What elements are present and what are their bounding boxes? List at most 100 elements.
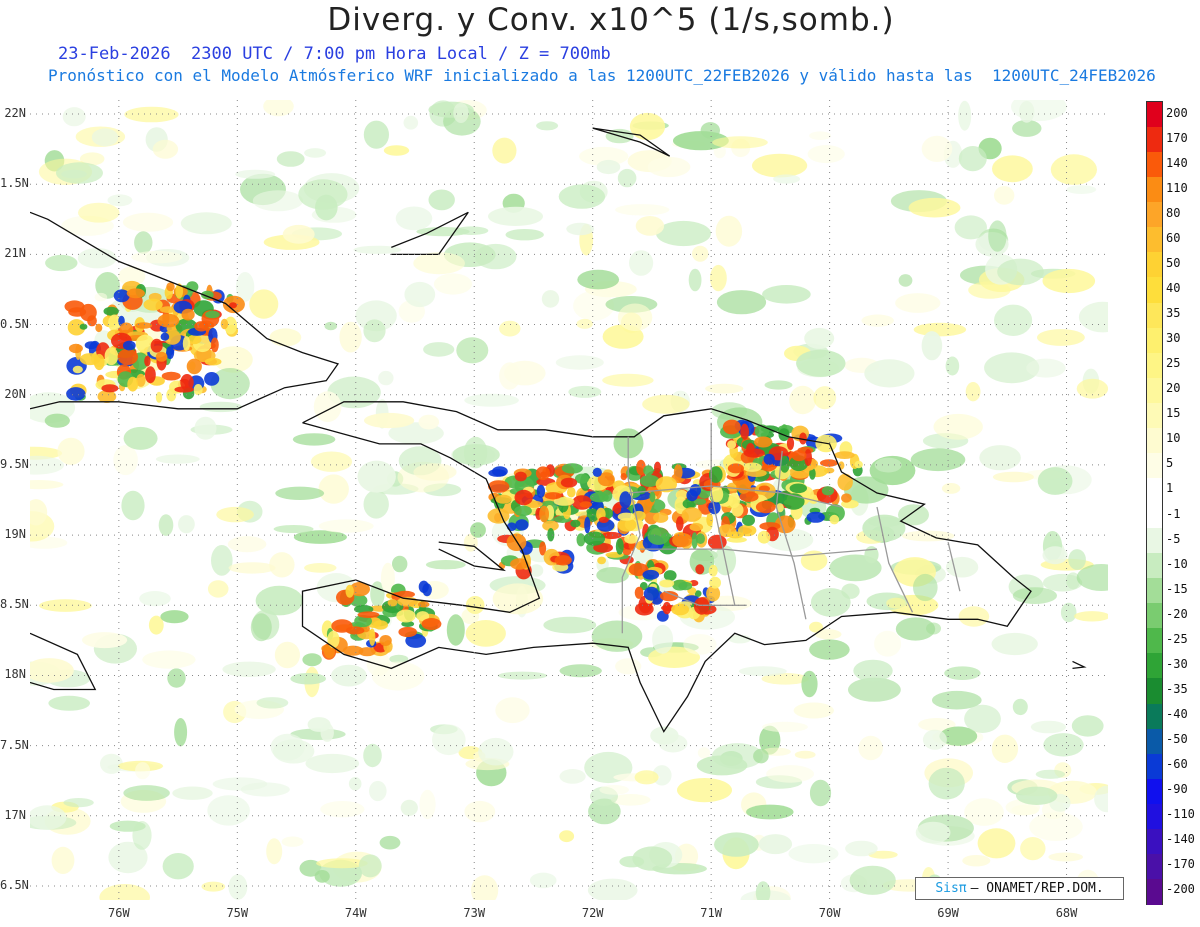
colorbar-label: 40: [1166, 280, 1181, 295]
field-patch: [419, 789, 436, 820]
field-patch: [470, 522, 486, 538]
colorbar-segment: [1147, 578, 1162, 604]
field-patch: [403, 115, 419, 130]
colorbar-segment: [1147, 477, 1162, 504]
colorbar-label: -60: [1166, 757, 1188, 772]
lat-tick-label: 0.5N: [0, 316, 29, 331]
colorbar-label: -35: [1166, 681, 1188, 696]
field-patch: [1050, 154, 1097, 185]
field-patch: [921, 331, 943, 361]
field-patch: [418, 414, 440, 430]
field-patch: [227, 536, 267, 553]
field-patch: [813, 386, 837, 410]
lat-tick-label: 7.5N: [0, 737, 29, 752]
field-patch: [577, 269, 620, 290]
field-patch: [629, 112, 666, 141]
convection-cell: [624, 534, 638, 544]
convection-cell: [567, 486, 576, 498]
convection-cell: [210, 337, 219, 353]
field-patch: [697, 747, 711, 759]
convection-cell: [620, 473, 627, 481]
convection-cell: [601, 490, 613, 502]
colorbar-label: 140: [1166, 155, 1188, 170]
convection-cell: [654, 461, 661, 474]
field-patch: [712, 136, 768, 149]
colorbar-label: 10: [1166, 431, 1181, 446]
convection-cell: [369, 628, 376, 646]
convection-cell: [583, 531, 606, 546]
colorbar-label: 170: [1166, 130, 1188, 145]
colorbar-label: -5: [1166, 531, 1181, 546]
convection-cell: [68, 343, 83, 354]
convection-cell: [422, 583, 432, 597]
field-patch: [652, 624, 674, 654]
field-patch: [363, 490, 389, 519]
colorbar-segment: [1147, 227, 1162, 253]
lat-tick-label: 17N: [4, 807, 26, 822]
convection-cell: [539, 505, 549, 523]
field-patch: [505, 229, 544, 241]
convection-cell: [672, 532, 693, 548]
field-patch: [874, 630, 902, 657]
colorbar-segment: [1147, 728, 1162, 755]
convection-cell: [841, 493, 852, 503]
lon-tick-label: 72W: [581, 906, 604, 920]
field-patch: [178, 515, 195, 534]
field-patch: [752, 153, 808, 178]
field-patch: [318, 519, 374, 533]
field-patch: [63, 798, 94, 808]
colorbar-segment: [1147, 252, 1162, 278]
convection-cell: [554, 555, 572, 566]
convection-cell: [689, 523, 704, 532]
field-patch: [692, 245, 709, 262]
field-patch: [1037, 467, 1073, 495]
convection-cell: [345, 626, 365, 635]
field-patch: [559, 830, 575, 843]
convection-cell: [695, 564, 705, 575]
field-patch: [958, 146, 987, 172]
field-patch: [913, 573, 938, 602]
colorbar-label: -50: [1166, 732, 1188, 747]
field-patch: [167, 668, 186, 688]
field-patch: [764, 380, 793, 390]
field-patch: [30, 455, 64, 475]
field-patch: [62, 107, 86, 127]
field-patch: [495, 697, 530, 724]
convection-cell: [673, 464, 683, 481]
convection-cell: [821, 486, 835, 496]
field-patch: [994, 304, 1033, 336]
field-patch: [965, 382, 981, 402]
convection-cell: [204, 372, 220, 386]
convection-cell: [643, 586, 660, 601]
convection-cell: [637, 486, 646, 495]
field-patch: [596, 159, 621, 175]
field-patch: [559, 769, 586, 784]
field-patch: [591, 620, 643, 652]
field-patch: [463, 436, 488, 469]
field-patch: [39, 599, 92, 612]
colorbar-segment: [1147, 878, 1162, 905]
field-patch: [755, 881, 771, 900]
field-patch: [132, 821, 152, 850]
convection-cell: [659, 579, 675, 588]
field-patch: [433, 273, 473, 295]
field-patch: [139, 591, 171, 607]
convection-cell: [122, 340, 136, 351]
field-patch: [979, 445, 1021, 471]
field-patch: [650, 726, 679, 745]
field-patch: [913, 322, 967, 337]
field-patch: [180, 212, 232, 235]
field-patch: [642, 394, 690, 414]
lon-tick-label: 75W: [226, 906, 249, 920]
field-patch: [814, 629, 842, 640]
field-patch: [99, 884, 150, 900]
convection-cell: [157, 313, 180, 328]
convection-cell: [742, 514, 755, 526]
field-patch: [249, 289, 279, 319]
field-patch: [222, 661, 276, 677]
field-patch: [634, 770, 659, 785]
field-patch: [766, 765, 814, 783]
convection-cell: [379, 635, 392, 646]
field-patch: [91, 128, 119, 147]
field-patch: [123, 785, 170, 801]
